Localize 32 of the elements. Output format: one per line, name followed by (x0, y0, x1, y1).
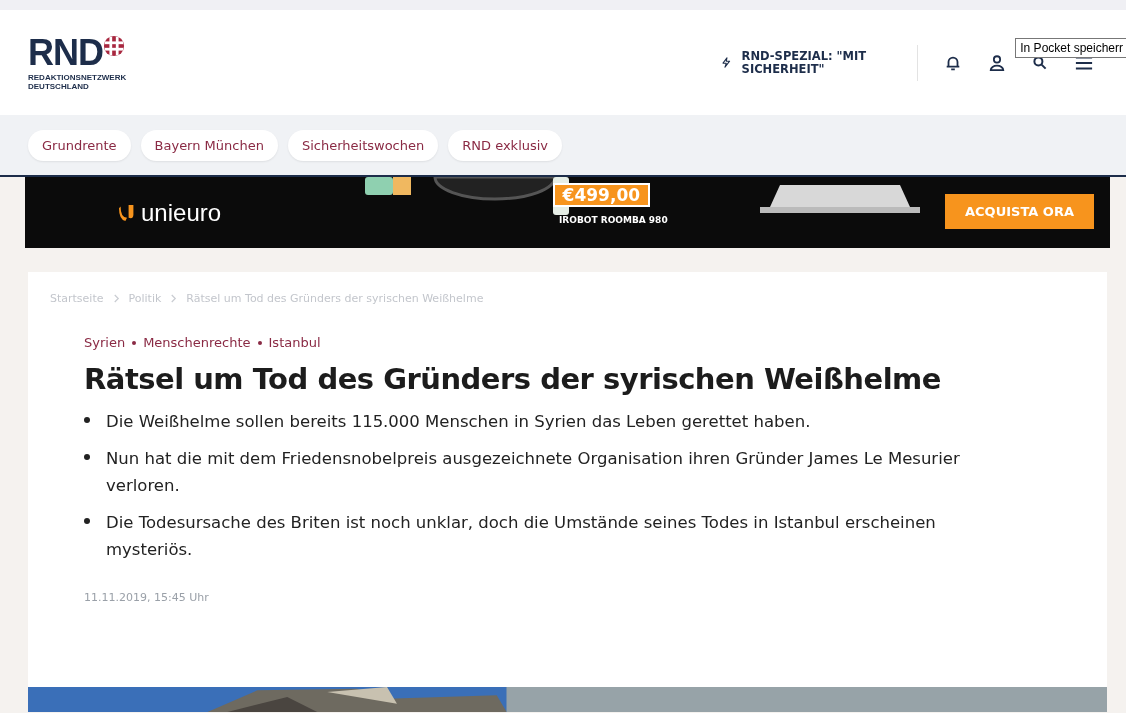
lightning-icon (721, 55, 732, 70)
user-icon[interactable] (988, 53, 1006, 72)
tag-link[interactable]: Istanbul (268, 335, 321, 350)
brand-logo-icon (119, 202, 135, 223)
topic-pill[interactable]: RND exklusiv (448, 129, 563, 161)
bullet-text: Nun hat die mit dem Friedensnobelpreis ausgezeichnete Organisation ihren Gründer James Le Mesurier verloren. (106, 448, 961, 497)
logo-text[interactable]: RND (28, 34, 103, 71)
product-name: IROBOT ROOMBA 980 (559, 215, 668, 225)
headline: Rätsel um Tod des Gründers der syrischen Weißhelme (84, 362, 942, 396)
publish-date: 11.11.2019, 15:45 Uhr (84, 591, 210, 604)
chevron-icon (170, 294, 178, 303)
phone-drawing (365, 177, 411, 195)
topic-pill[interactable]: Sicherheitswochen (287, 129, 439, 161)
bullet-dot (84, 454, 90, 460)
logo-mark-icon (103, 34, 125, 57)
bullet-text: Die Weißhelme sollen bereits 115.000 Menschen in Syrien das Leben gerettet haben. (106, 411, 811, 433)
special-link[interactable]: RND-SPEZIAL: "MIT SICHERHEIT" (721, 49, 891, 76)
chevron-icon (112, 294, 120, 303)
tag-link[interactable]: Menschenrechte (143, 335, 251, 350)
separator-dot (132, 340, 137, 345)
logo-subtitle: REDAKTIONSNETZWERK DEUTSCHLAND (28, 72, 128, 91)
bullet-text: Die Todesursache des Briten ist noch unklar, doch die Umstände seines Todes in Istanbul erscheinen mysteriös. (106, 512, 937, 561)
bullet-dot (84, 518, 90, 524)
tag-link[interactable]: Syrien (84, 335, 126, 350)
ad-banner[interactable]: unieuro €499,00 IROBOT ROOMBA 980 ACQUISTA ORA (25, 177, 1110, 248)
price-tag: €499,00 (552, 183, 651, 207)
separator-dot (257, 340, 262, 345)
brand-name: unieuro (141, 198, 222, 227)
bullet-dot (84, 417, 90, 423)
topic-pill[interactable]: Grundrente (28, 129, 131, 161)
topic-pill[interactable]: Bayern München (140, 129, 278, 161)
tooltip: In Pocket speicherr (1015, 38, 1126, 58)
